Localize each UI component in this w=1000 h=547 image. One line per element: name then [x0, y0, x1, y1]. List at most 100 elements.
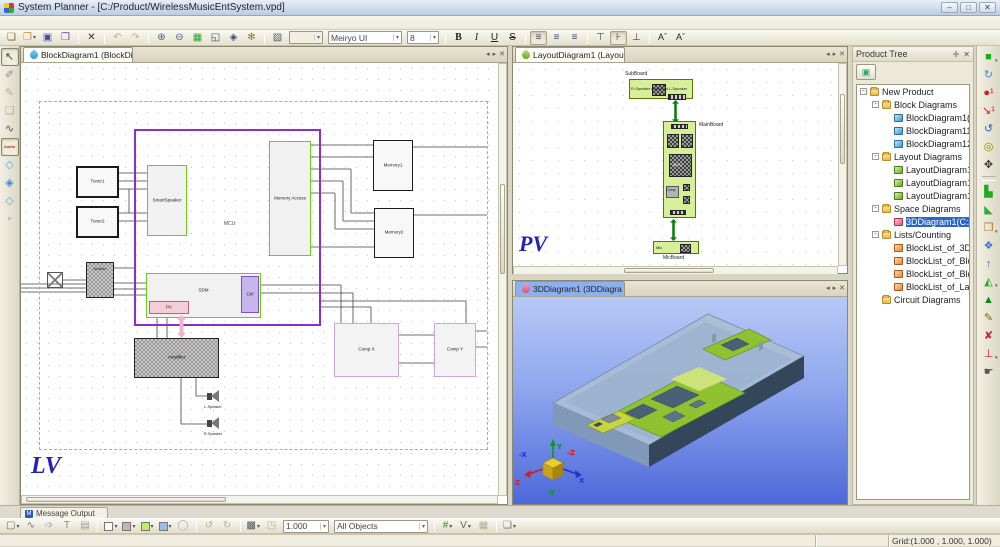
zoom-fit-button[interactable]: ◈ — [225, 31, 242, 45]
expander-icon[interactable]: - — [860, 88, 867, 95]
group-boxes-button[interactable]: ❖ — [980, 237, 998, 255]
connector-tool-button[interactable]: ∿ — [1, 120, 19, 138]
align-right-button[interactable]: ≡ — [566, 31, 583, 45]
block-vertical-scrollbar[interactable] — [498, 63, 507, 496]
layout-vertical-scrollbar[interactable] — [838, 63, 847, 266]
tuner2-block[interactable]: Tuner2 — [76, 206, 119, 238]
main-mic-connection[interactable] — [670, 219, 677, 241]
audio-in-block[interactable]: AudioIn — [86, 262, 114, 298]
snap-grid-button[interactable]: #▾ — [439, 519, 456, 533]
control-block[interactable]: Ctrl — [241, 276, 259, 313]
zoom-in-button[interactable]: ⊕ — [153, 31, 170, 45]
align-left-button[interactable]: ≡ — [530, 31, 547, 45]
polygon-create-button[interactable]: ▙ — [980, 183, 998, 201]
zoom-3d-button[interactable]: ◎ — [980, 138, 998, 156]
tree-item[interactable]: BlockList_of_LayoutDiagram — [857, 280, 969, 293]
save-all-button[interactable]: ❒ — [57, 31, 74, 45]
view-mode-button[interactable]: V▾ — [457, 519, 474, 533]
point-id-button[interactable]: ●¹ — [980, 84, 998, 102]
close-panel-icon[interactable]: ✕ — [963, 50, 970, 59]
style-combo[interactable]: ▾ — [289, 31, 323, 44]
pan-3d-button[interactable]: ✥ — [980, 156, 998, 174]
tree-item[interactable]: BlockDiagram11(C:/Progra — [857, 124, 969, 137]
valign-top-button[interactable]: ⊤ — [592, 31, 609, 45]
tree-item[interactable]: LayoutDiagram11(C:/Progr — [857, 176, 969, 189]
pen-tool-button[interactable]: ✎ — [1, 84, 19, 102]
tab-next-icon[interactable]: ▸ — [833, 50, 837, 60]
fill-blue-swatch[interactable]: ▾ — [157, 519, 174, 533]
font-decrease-button[interactable]: Aˇ — [672, 31, 689, 45]
cone-button[interactable]: ▲ — [980, 291, 998, 309]
select-tool-button[interactable]: ↖ — [1, 48, 19, 66]
pin-icon[interactable]: ✛ — [953, 50, 960, 59]
font-name-combo[interactable]: Meiryo UI▾ — [328, 31, 402, 44]
align-center-button[interactable]: ≡ — [548, 31, 565, 45]
axis-delete-button[interactable]: ✘ — [980, 327, 998, 345]
region-tool-button[interactable]: ◇ — [1, 192, 19, 210]
zoom-window-button[interactable]: ◱ — [207, 31, 224, 45]
comp-y-block[interactable]: Comp Y — [434, 323, 476, 377]
tab-close-icon[interactable]: ✕ — [839, 50, 845, 60]
arrow-button[interactable]: ➩ — [40, 519, 57, 533]
maximize-button[interactable]: □ — [960, 2, 977, 13]
polygon-select-tool-button[interactable]: ◈ — [1, 174, 19, 192]
antenna-symbol[interactable] — [47, 272, 63, 288]
tree-item[interactable]: 3DDiagram1(C:/ProgramDa — [857, 215, 969, 228]
tree-item[interactable]: LayoutDiagram12(C:/Progr — [857, 189, 969, 202]
mainboard[interactable]: MCU Comp — [663, 121, 696, 218]
pick-button[interactable]: ☛ — [980, 363, 998, 381]
box-create-button[interactable]: ❒ ▾ — [980, 219, 998, 237]
underline-button[interactable]: U — [486, 31, 503, 45]
polygon-tool-button[interactable]: ◇ — [1, 156, 19, 174]
tab-3d-diagram1[interactable]: 3DDiagram1 (3DDiagra — [515, 281, 625, 296]
rotate-right-button[interactable]: ↻ — [219, 519, 236, 533]
shape-button[interactable]: ▢▾ — [4, 519, 21, 533]
zoom-dynamic-button[interactable]: ✻ — [243, 31, 260, 45]
tab-next-icon[interactable]: ▸ — [833, 284, 837, 294]
text-button[interactable]: T — [58, 519, 75, 533]
tree-item[interactable]: - New Product — [857, 85, 969, 98]
tab-prev-icon[interactable]: ◂ — [486, 50, 490, 60]
right-speaker-symbol[interactable] — [207, 420, 212, 427]
wedge-button[interactable]: ◭ ▾ — [980, 273, 998, 291]
3d-viewport[interactable]: -X Y -Z X Z -Y — [513, 297, 847, 504]
comp-x-block[interactable]: Comp X — [334, 323, 399, 377]
rotate-object-button[interactable]: ↺ — [980, 120, 998, 138]
tree-item[interactable]: BlockDiagram1(C:/Program — [857, 111, 969, 124]
tree-item[interactable]: BlockList_of_BlockDiagram1 — [857, 267, 969, 280]
open-button[interactable]: ❐▾ — [21, 31, 38, 45]
move-up-button[interactable]: ↑ — [980, 255, 998, 273]
block-diagram-canvas[interactable]: SmartSpeaker Memory Access MCU Tuner1 Tu… — [21, 63, 498, 496]
micboard[interactable]: Mic — [653, 241, 699, 254]
extract-button[interactable]: ◳ — [263, 519, 280, 533]
font-size-combo[interactable]: 8▾ — [407, 31, 439, 44]
direct-select-tool-button[interactable]: ✐ — [1, 66, 19, 84]
sub-main-connection[interactable] — [672, 100, 679, 123]
axis-move-button[interactable]: ⊥ ▾ — [980, 345, 998, 363]
minimize-button[interactable]: – — [941, 2, 958, 13]
tree-item[interactable]: - Lists/Counting — [857, 228, 969, 241]
title-bar[interactable]: System Planner - [C:/Product/WirelessMus… — [0, 0, 1000, 16]
marquee-tool-button[interactable]: ▫ — [1, 210, 19, 228]
polyline-button[interactable]: ∿ — [22, 519, 39, 533]
expander-icon[interactable]: - — [872, 231, 879, 238]
polygon-edit-button[interactable]: ◣ — [980, 201, 998, 219]
audio-tool-button[interactable]: Audio — [1, 138, 19, 156]
tuner1-block[interactable]: Tuner1 — [76, 166, 119, 198]
save-button[interactable]: ▣ — [39, 31, 56, 45]
subboard[interactable]: R-Speaker AudioOut L-Speaker — [629, 79, 693, 99]
image-button[interactable]: ▤ — [76, 519, 93, 533]
pa-block[interactable]: PA — [149, 301, 189, 314]
undo-button[interactable]: ↶ — [109, 31, 126, 45]
amplifier-block[interactable]: Amplifier — [134, 338, 219, 378]
tree-item[interactable]: - Layout Diagrams — [857, 150, 969, 163]
select-region-button[interactable]: ▩▾ — [245, 519, 262, 533]
arrow-id-button[interactable]: ↘¹ — [980, 102, 998, 120]
tab-block-diagram1[interactable]: BlockDiagram1 (BlockDi — [23, 47, 133, 62]
fill-none-swatch[interactable]: ▾ — [102, 519, 119, 533]
new-button[interactable]: ❏ — [3, 31, 20, 45]
tab-layout-diagram1[interactable]: LayoutDiagram1 (Layout — [515, 47, 625, 62]
block-horizontal-scrollbar[interactable] — [21, 495, 498, 504]
layers-button[interactable]: ❏▾ — [501, 519, 518, 533]
scale-combo[interactable]: 1.000▾ — [283, 520, 329, 533]
